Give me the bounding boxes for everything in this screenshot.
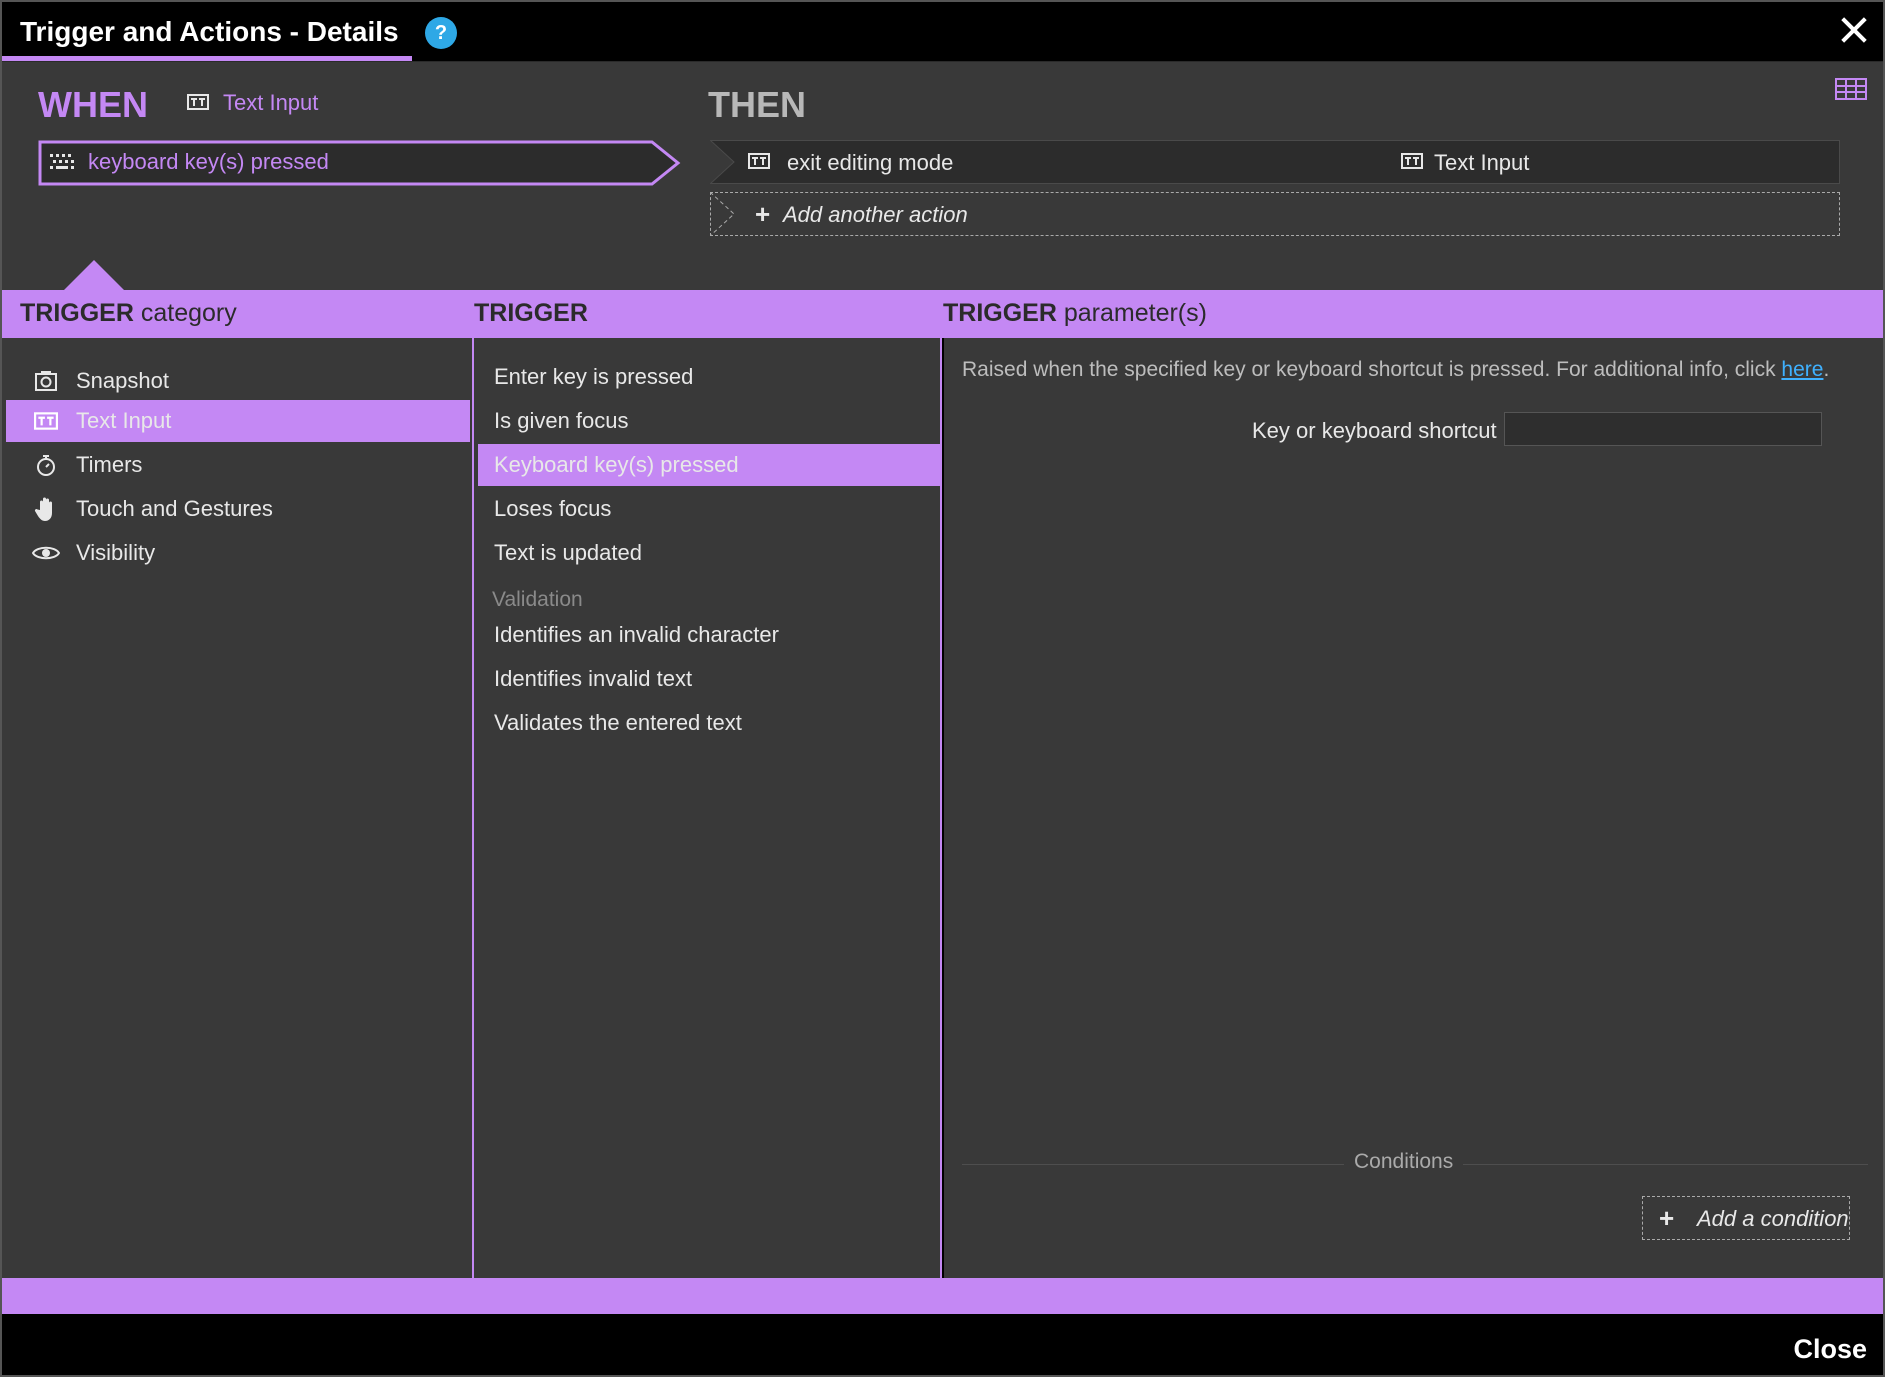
- trigger-list: Enter key is pressed Is given focus Keyb…: [472, 338, 942, 1278]
- window-title: Trigger and Actions - Details: [20, 16, 399, 47]
- when-then-panel: WHEN Text Input keyboard key(s) pressed …: [2, 62, 1883, 290]
- text-input-icon: [187, 90, 209, 116]
- trigger-header: TRIGGER: [474, 299, 588, 328]
- description-text: Raised when the specified key or keyboar…: [962, 358, 1776, 381]
- plus-icon: +: [1659, 1203, 1675, 1233]
- description-trailing: .: [1823, 358, 1830, 381]
- trigger-header-strong: TRIGGER: [474, 299, 588, 327]
- category-item-visibility[interactable]: Visibility: [6, 532, 470, 574]
- trigger-parameters-panel: Raised when the specified key or keyboar…: [944, 338, 1883, 1278]
- selected-trigger-label: keyboard key(s) pressed: [88, 149, 329, 174]
- close-icon[interactable]: [1836, 12, 1872, 48]
- text-input-icon: [1401, 153, 1423, 174]
- category-item-timers[interactable]: Timers: [6, 444, 470, 486]
- dialog-footer: Close: [0, 1314, 1885, 1377]
- trigger-item[interactable]: Identifies an invalid character: [478, 614, 940, 656]
- text-input-icon: [748, 153, 770, 174]
- hand-icon: [32, 495, 60, 523]
- trigger-item[interactable]: Is given focus: [478, 400, 940, 442]
- category-label: Text Input: [76, 408, 172, 433]
- category-item-snapshot[interactable]: Snapshot: [6, 360, 470, 402]
- close-button[interactable]: Close: [1793, 1334, 1867, 1365]
- key-shortcut-label: Key or keyboard shortcut: [1252, 418, 1497, 443]
- trigger-description: Raised when the specified key or keyboar…: [962, 358, 1829, 382]
- category-label: Snapshot: [76, 368, 169, 393]
- action-row[interactable]: exit editing mode Text Input: [710, 140, 1840, 184]
- add-action-button[interactable]: + Add another action: [710, 192, 1840, 236]
- trigger-item[interactable]: Validates the entered text: [478, 702, 940, 744]
- param-header: TRIGGER parameter(s): [943, 299, 1207, 328]
- table-view-icon[interactable]: [1835, 78, 1867, 105]
- param-header-strong: TRIGGER: [943, 299, 1057, 327]
- category-label: Timers: [76, 452, 143, 477]
- selected-trigger-box[interactable]: keyboard key(s) pressed: [38, 140, 683, 186]
- section-headers: TRIGGER category TRIGGER TRIGGER paramet…: [2, 290, 1883, 338]
- category-list: Snapshot Text Input Timers Touch and Ges…: [2, 338, 472, 1278]
- validation-section-label: Validation: [492, 588, 583, 611]
- param-header-rest: parameter(s): [1063, 299, 1207, 327]
- trigger-item[interactable]: Enter key is pressed: [478, 356, 940, 398]
- title-bar: Trigger and Actions - Details ?: [0, 0, 1885, 62]
- when-target[interactable]: Text Input: [187, 90, 318, 116]
- category-label: Visibility: [76, 540, 156, 565]
- key-shortcut-input[interactable]: [1504, 412, 1822, 446]
- category-item-text-input[interactable]: Text Input: [6, 400, 470, 442]
- when-target-label: Text Input: [223, 90, 319, 115]
- bottom-accent-band: [2, 1278, 1883, 1314]
- trigger-item[interactable]: Text is updated: [478, 532, 940, 574]
- trigger-item-selected[interactable]: Keyboard key(s) pressed: [478, 444, 940, 486]
- category-pointer: [64, 260, 124, 290]
- category-header-rest: category: [140, 299, 237, 327]
- category-label: Touch and Gestures: [76, 496, 273, 521]
- category-header: TRIGGER category: [20, 299, 237, 328]
- category-header-strong: TRIGGER: [20, 299, 134, 327]
- text-input-icon: [32, 407, 60, 435]
- stopwatch-icon: [32, 451, 60, 479]
- info-link[interactable]: here: [1781, 358, 1823, 381]
- category-item-touch-gestures[interactable]: Touch and Gestures: [6, 488, 470, 530]
- add-condition-button[interactable]: + Add a condition: [1642, 1196, 1850, 1240]
- trigger-item[interactable]: Identifies invalid text: [478, 658, 940, 700]
- then-label: THEN: [708, 84, 806, 125]
- trigger-item[interactable]: Loses focus: [478, 488, 940, 530]
- add-action-label: Add another action: [783, 202, 968, 227]
- action-label: exit editing mode: [787, 150, 954, 175]
- camera-icon: [32, 367, 60, 395]
- plus-icon: +: [755, 199, 771, 229]
- action-target-label: Text Input: [1434, 150, 1530, 175]
- eye-icon: [32, 539, 60, 567]
- help-icon[interactable]: ?: [425, 17, 457, 49]
- add-condition-label: Add a condition: [1697, 1206, 1849, 1231]
- title-accent-underline: [0, 56, 412, 61]
- conditions-label: Conditions: [1344, 1150, 1464, 1174]
- when-label: WHEN: [38, 84, 148, 125]
